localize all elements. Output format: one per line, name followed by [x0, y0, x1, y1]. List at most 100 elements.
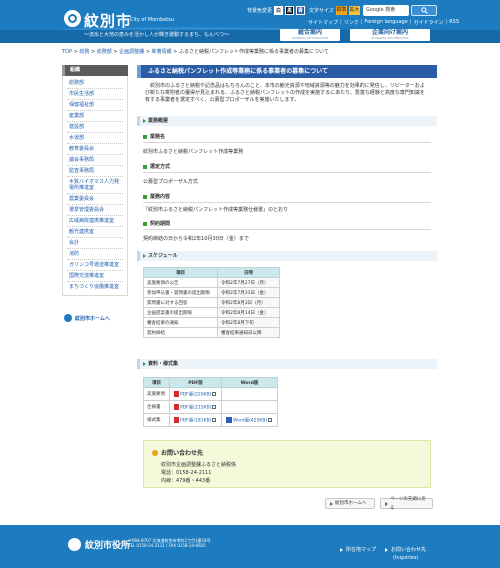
map-link[interactable]: 所在地マップ [340, 546, 376, 553]
section-overview: 業務概要 [137, 116, 437, 126]
sidebar-item-shimin[interactable]: 市民生活部 [67, 89, 123, 100]
header-links: サイトマップ | リンク | Foreign language | ガイドライン | R… [308, 19, 460, 26]
table-cell: 実施要領 [143, 387, 170, 401]
table-row: 実施要領の公告 令和2年7月27日（月） [143, 277, 280, 288]
breadcrumb-top[interactable]: TOP [62, 49, 72, 55]
word-icon [226, 416, 232, 423]
guideline-link[interactable]: ガイドライン [413, 19, 443, 26]
table-header-row: 項目 日時 [143, 267, 280, 278]
table-cell: 令和2年8月下旬 [217, 317, 280, 328]
inquiry-link-english[interactable]: (Inquiries) [393, 555, 418, 561]
subheading-content: 業務内容 [143, 193, 170, 200]
subheading-name: 業務名 [143, 133, 165, 140]
inquiry-link[interactable]: お問い合わせ先 [385, 546, 426, 553]
search-input[interactable]: Google 検索 [363, 5, 409, 16]
footer-address-block: 〒094-8707 北海道紋別市幸町2丁目1番18号 TEL 0158-24-2… [128, 538, 211, 548]
table-row: 仕様書 PDF版(215KB) [143, 400, 278, 414]
sidebar-item-soumu[interactable]: 総務部 [67, 78, 123, 89]
column-header: 項目 [143, 267, 218, 278]
site-footer: 紋別市役所 〒094-8707 北海道紋別市幸町2丁目1番18号 TEL 015… [0, 525, 500, 568]
content-text: 「紋別市ふるさと納税パンフレット作成等業務仕様書」のとおり [143, 207, 289, 213]
column-header: Word版 [221, 377, 278, 388]
sidebar-item-suido[interactable]: 水道部 [67, 133, 123, 144]
sidebar-item-shobo[interactable]: 消防 [67, 249, 123, 260]
sidebar-home-link[interactable]: 紋別市ホームへ [64, 314, 110, 322]
home-button[interactable]: 紋別市ホームへ [325, 498, 375, 509]
new-window-icon [212, 417, 217, 422]
word-download-link[interactable]: Word版(425KB) [233, 418, 267, 423]
sidebar-item-kanko[interactable]: 観光連携室 [67, 227, 123, 238]
search-button[interactable] [411, 5, 437, 16]
contact-phone: 電話：0158-24-2111 [161, 470, 212, 476]
table-row: 審査結果の通知 令和2年8月下旬 [143, 317, 280, 328]
documents-table: 項目 PDF版 Word版 実施要領 PDF版(220KB) 仕様書 PDF版(… [143, 377, 278, 427]
font-standard-button[interactable]: 標準 [335, 6, 347, 15]
new-window-icon [212, 391, 217, 396]
pdf-download-link[interactable]: PDF版(220KB) [180, 392, 211, 397]
subheading-method: 選定方式 [143, 163, 170, 170]
contact-box: お問い合わせ先 紋別市企画調整課ふるさと納税係 電話：0158-24-2111 … [143, 440, 431, 488]
bg-blue-button[interactable]: 青 [296, 6, 306, 15]
site-tagline: ～流氷と大地の恵みを活かし人が輝き躍動するまち、もんべつ～ [84, 32, 230, 38]
bg-black-button[interactable]: 黒 [285, 6, 295, 15]
footer-emblem-icon [68, 538, 81, 551]
accessibility-controls: 背景色変更 白 黒 青 文字サイズ 標準 拡大 [247, 6, 360, 15]
table-cell: 質問書に対する回答 [143, 297, 218, 308]
sidebar-item-garinko[interactable]: ガリンコ号運送推進室 [67, 260, 123, 271]
breadcrumb-kikaku[interactable]: 企画調整課 [119, 49, 144, 55]
sidebar-item-machizukuri[interactable]: まちづくり協働推進室 [67, 282, 123, 292]
pdf-download-link[interactable]: PDF版(181KB) [180, 418, 211, 423]
table-cell: 企画提案書の提出期限 [143, 307, 218, 318]
business-info-button[interactable]: 企業向け案内 BUSINESS INFORMATION [350, 29, 430, 41]
font-size-label: 文字サイズ [309, 8, 334, 14]
rss-link[interactable]: RSS [449, 19, 459, 26]
new-window-icon [268, 417, 273, 422]
sidebar-item-byoin[interactable]: 広域病院連携推進室 [67, 216, 123, 227]
sidebar-item-kansa[interactable]: 監査事務局 [67, 166, 123, 177]
breadcrumb-soumu[interactable]: 総務部 [97, 49, 112, 55]
pdf-icon [174, 416, 179, 423]
table-header-row: 項目 PDF版 Word版 [143, 377, 278, 388]
general-info-button[interactable]: 総合案内 GENERAL INFORMATION [280, 29, 340, 41]
table-row: 企画提案書の提出期限 令和2年8月14日（金） [143, 307, 280, 318]
schedule-table: 項目 日時 実施要領の公告 令和2年7月27日（月） 参加申込書・質問書の提出期限… [143, 267, 280, 338]
breadcrumb-general[interactable]: 総務 [79, 49, 89, 55]
sidebar-item-sangyo[interactable]: 産業部 [67, 111, 123, 122]
sidebar-item-kaikei[interactable]: 会計 [67, 238, 123, 249]
back-to-top-button[interactable]: ページの先頭に戻る [380, 497, 433, 511]
table-cell: 契約締結 [143, 327, 218, 338]
sidebar-item-nogyo[interactable]: 農業委員会 [67, 194, 123, 205]
contact-title-label: お問い合わせ先 [161, 450, 204, 457]
table-cell: Word版(425KB) [221, 413, 278, 427]
foreign-language-link[interactable]: Foreign language [364, 19, 407, 26]
square-bullet-icon [143, 134, 147, 139]
link-link[interactable]: リンク [344, 19, 359, 26]
new-window-icon [212, 404, 217, 409]
pdf-download-link[interactable]: PDF版(215KB) [180, 405, 211, 410]
sitemap-link[interactable]: サイトマップ [308, 19, 338, 26]
sidebar-item-senkyo[interactable]: 選挙管理委員会 [67, 205, 123, 216]
arrow-right-icon [330, 501, 333, 506]
sidebar-home-label: 紋別市ホームへ [75, 315, 110, 322]
arrow-up-icon [385, 501, 388, 506]
business-name-text: 紋別市ふるさと納税パンフレット作成等業務 [143, 149, 244, 155]
subheading-period-label: 契約期間 [150, 221, 171, 227]
font-large-button[interactable]: 拡大 [348, 6, 360, 15]
sidebar-item-kensetsu[interactable]: 建設部 [67, 122, 123, 133]
sidebar-item-gikai[interactable]: 議会事務局 [67, 155, 123, 166]
sidebar: 組織 総務部 市民生活部 保健福祉部 産業部 建設部 水道部 教育委員会 議会事… [62, 65, 128, 296]
city-emblem-icon[interactable] [64, 10, 81, 27]
bg-white-button[interactable]: 白 [274, 6, 284, 15]
breadcrumb-news[interactable]: 新着情報 [152, 49, 172, 55]
table-cell: 令和2年7月31日（金） [217, 287, 280, 298]
info-icon [152, 449, 158, 456]
home-button-label: 紋別市ホームへ [335, 501, 367, 506]
sidebar-item-kyoiku[interactable]: 教育委員会 [67, 144, 123, 155]
sidebar-item-hoken[interactable]: 保健福祉部 [67, 100, 123, 111]
sidebar-item-biomass[interactable]: 木質バイオマス人力発電所推進室 [67, 177, 123, 194]
pdf-icon [174, 390, 179, 397]
sidebar-item-kokusai[interactable]: 国際交流推進室 [67, 271, 123, 282]
divider [143, 142, 431, 143]
contact-extension: 内線：479番・443番 [161, 478, 211, 484]
site-name[interactable]: 紋別市 [84, 10, 132, 31]
